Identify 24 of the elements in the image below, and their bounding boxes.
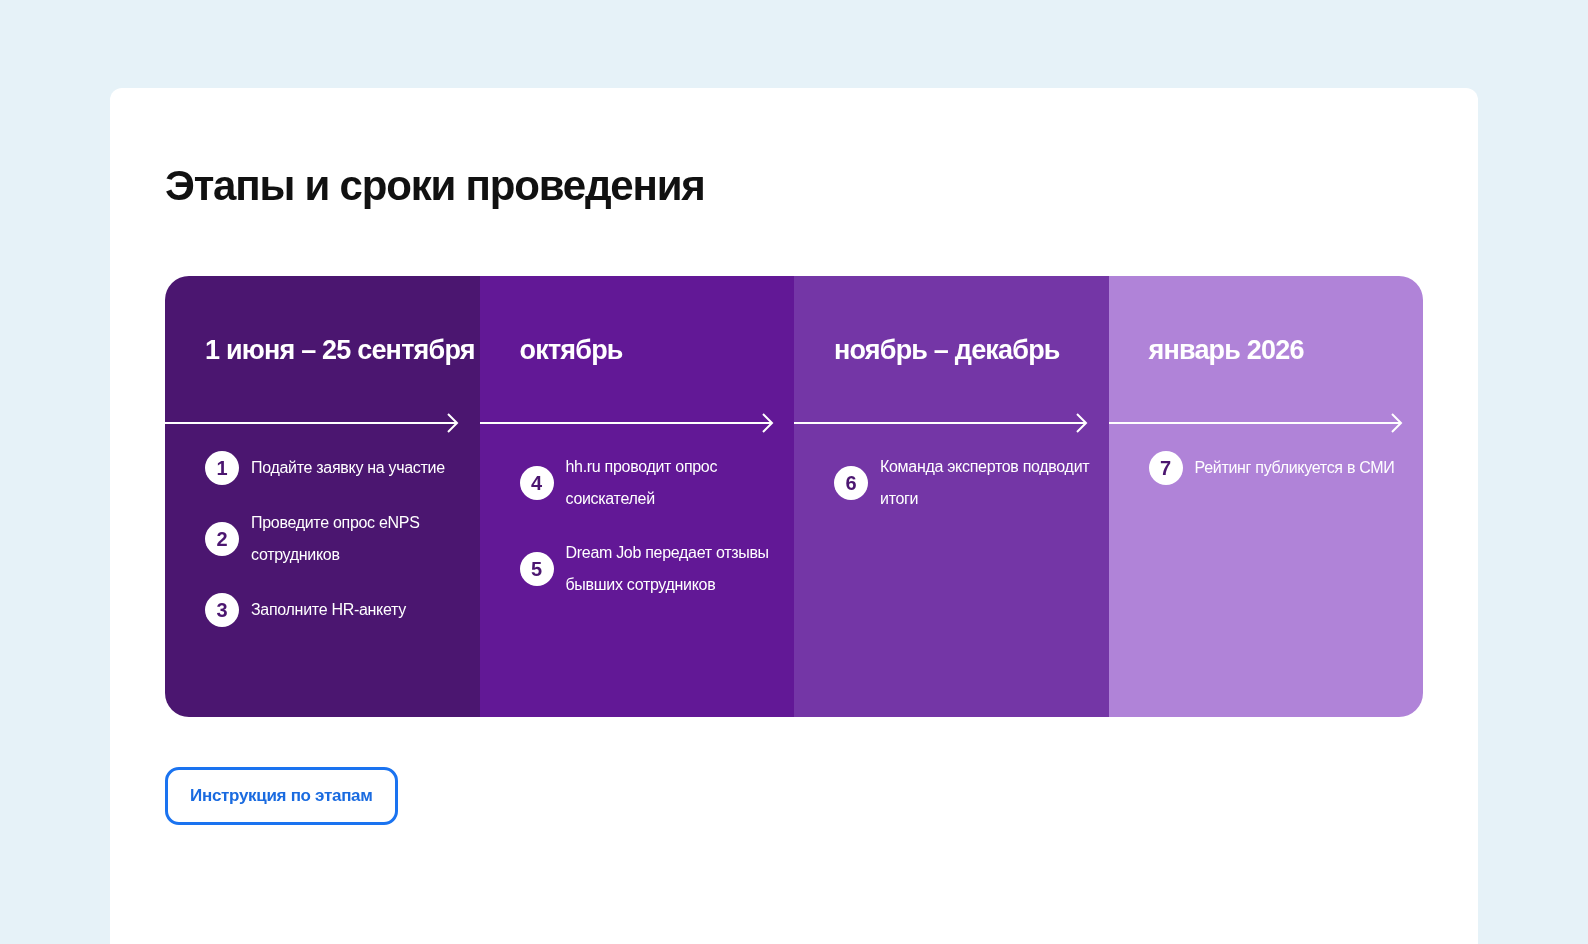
- step-number: 3: [205, 593, 239, 627]
- arrow-icon: [165, 411, 460, 435]
- page-title: Этапы и сроки проведения: [165, 161, 706, 211]
- instructions-button[interactable]: Инструкция по этапам: [165, 767, 398, 825]
- step-text: Рейтинг публикуется в СМИ: [1194, 458, 1395, 478]
- step-text: Dream Job передает отзывы бывших сотрудников: [565, 543, 770, 595]
- arrow-icon: [1108, 411, 1404, 435]
- arrow-icon: [479, 411, 775, 435]
- step-text: Заполните HR-анкету: [251, 600, 406, 620]
- step-text: Команда экспертов подводит итоги: [880, 457, 1091, 509]
- stage-period: 1 июня – 25 сентября: [204, 334, 476, 367]
- step-number: 4: [519, 466, 554, 500]
- step-number: 1: [205, 451, 239, 485]
- step-number: 6: [834, 466, 868, 500]
- step-text: Проведите опрос eNPS сотрудников: [251, 513, 421, 565]
- step-text: hh.ru проводит опрос соискателей: [565, 457, 719, 509]
- step-number: 7: [1148, 451, 1183, 485]
- arrow-icon: [794, 411, 1089, 435]
- stage-period: январь 2026: [1147, 334, 1305, 367]
- stage-period: октябрь: [518, 334, 624, 367]
- step-number: 5: [519, 552, 554, 586]
- step-text: Подайте заявку на участие: [251, 458, 445, 478]
- step-number: 2: [205, 522, 239, 556]
- stage-period: ноябрь – декабрь: [833, 334, 1061, 367]
